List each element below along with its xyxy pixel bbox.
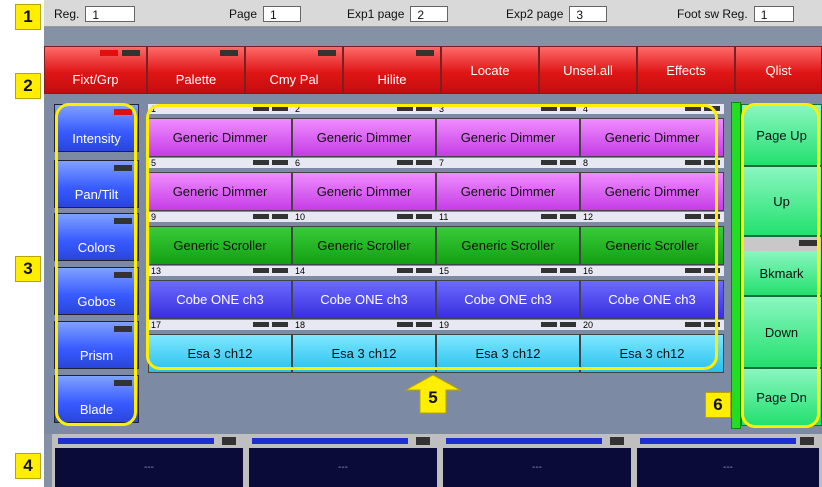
- page-label: Page: [229, 6, 258, 21]
- effects-button[interactable]: Effects: [637, 46, 735, 94]
- callout-3: 3: [15, 256, 41, 282]
- exp2-group: Exp2 page 3: [506, 0, 608, 27]
- qlist-label: Qlist: [765, 62, 792, 78]
- callout-2: 2: [15, 73, 41, 99]
- fader-led: [610, 437, 624, 445]
- fader-screen: ---: [55, 448, 243, 487]
- highlight-nav: [741, 103, 820, 428]
- reg-field[interactable]: 1: [85, 5, 136, 22]
- hilite-label: Hilite: [377, 72, 407, 87]
- fader-display[interactable]: ---: [246, 434, 440, 487]
- fader-display[interactable]: ---: [634, 434, 822, 487]
- exp1-label: Exp1 page: [347, 6, 405, 21]
- fader-screen: ---: [249, 448, 437, 487]
- highlight-fixtures: [146, 104, 718, 370]
- scroll-indicator[interactable]: [731, 102, 741, 429]
- fixt-grp-button[interactable]: Fixt/Grp: [44, 46, 147, 94]
- unsel-all-label: Unsel.all: [563, 62, 613, 78]
- callout-5: 5: [428, 388, 438, 407]
- fader-led: [222, 437, 236, 445]
- reg-group: Reg. 1: [54, 0, 136, 27]
- fader-level-bar: [252, 438, 408, 444]
- foot-label: Foot sw Reg.: [677, 6, 748, 21]
- callout-1: 1: [15, 4, 41, 30]
- foot-group: Foot sw Reg. 1: [677, 0, 794, 27]
- qlist-button[interactable]: Qlist: [735, 46, 822, 94]
- locate-label: Locate: [470, 62, 510, 78]
- reg-label: Reg.: [54, 6, 80, 21]
- effects-label: Effects: [666, 62, 706, 78]
- hilite-leds: [416, 50, 434, 56]
- fader-display[interactable]: ---: [52, 434, 246, 487]
- foot-field[interactable]: 1: [753, 5, 794, 22]
- page-field[interactable]: 1: [263, 5, 302, 22]
- fader-level-bar: [446, 438, 602, 444]
- exp2-label: Exp2 page: [506, 6, 564, 21]
- exp1-field[interactable]: 2: [410, 5, 449, 22]
- fader-level-bar: [640, 438, 796, 444]
- exp2-field[interactable]: 3: [569, 5, 608, 22]
- register-bar: Reg. 1 Page 1 Exp1 page 2 Exp2 page 3 Fo…: [44, 0, 822, 27]
- callout-6: 6: [705, 392, 731, 418]
- callout-4: 4: [15, 453, 41, 479]
- fader-screen: ---: [443, 448, 631, 487]
- exp1-group: Exp1 page 2: [347, 0, 449, 27]
- cmy-pal-label: Cmy Pal: [269, 72, 319, 87]
- palette-leds: [220, 50, 238, 56]
- fixt-grp-label: Fixt/Grp: [72, 72, 119, 87]
- fixt-grp-leds: [100, 50, 140, 56]
- highlight-categories: [55, 103, 137, 426]
- unsel-all-button[interactable]: Unsel.all: [539, 46, 637, 94]
- cmy-pal-button[interactable]: Cmy Pal: [245, 46, 343, 94]
- console-app: Reg. 1 Page 1 Exp1 page 2 Exp2 page 3 Fo…: [0, 0, 822, 487]
- command-button-row: Fixt/Grp Palette Cmy Pal Hilite Locate U…: [44, 46, 822, 94]
- page-group: Page 1: [229, 0, 302, 27]
- fader-level-bar: [58, 438, 214, 444]
- fader-led: [416, 437, 430, 445]
- locate-button[interactable]: Locate: [441, 46, 539, 94]
- fader-led: [800, 437, 814, 445]
- fader-screen: ---: [637, 448, 819, 487]
- palette-button[interactable]: Palette: [147, 46, 245, 94]
- fader-display[interactable]: ---: [440, 434, 634, 487]
- palette-label: Palette: [175, 72, 217, 87]
- cmy-pal-leds: [318, 50, 336, 56]
- hilite-button[interactable]: Hilite: [343, 46, 441, 94]
